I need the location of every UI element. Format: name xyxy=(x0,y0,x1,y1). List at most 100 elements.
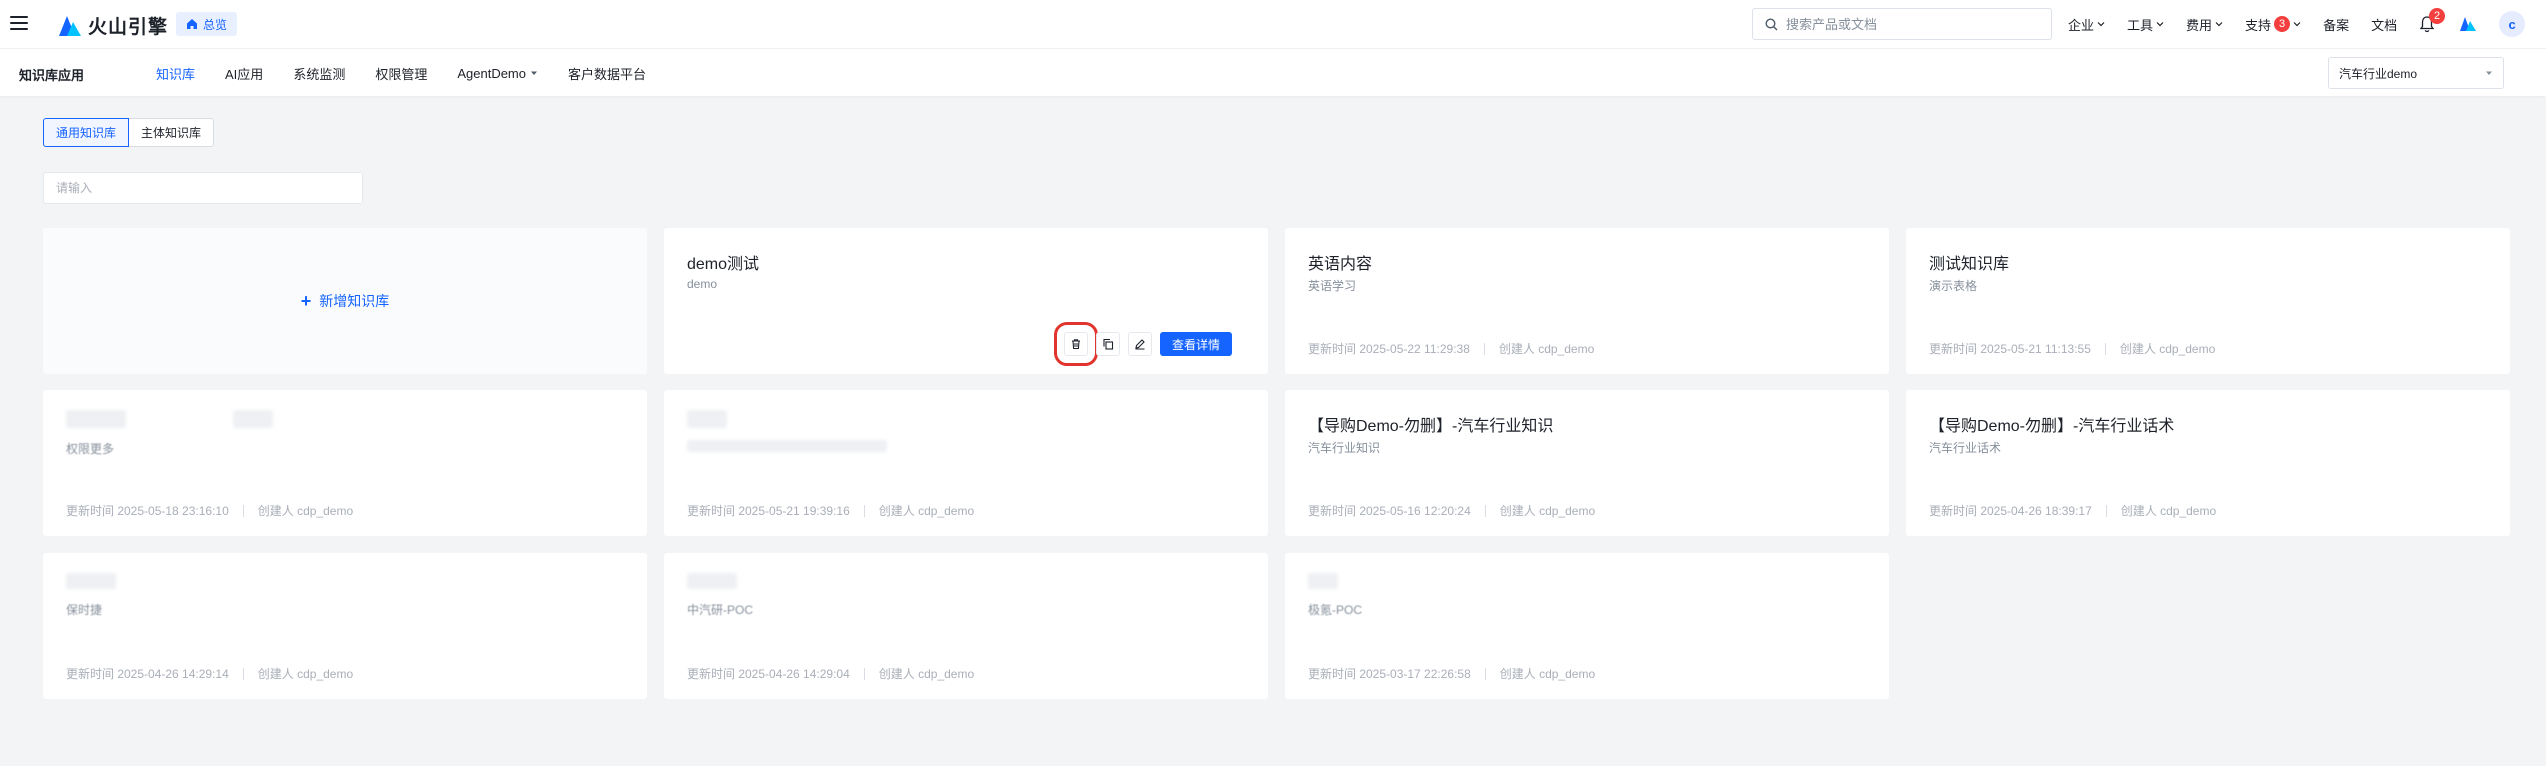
caret-down-icon xyxy=(2486,71,2492,75)
app-title: 知识库应用 xyxy=(19,68,85,83)
tab-knowledge-base[interactable]: 知识库 xyxy=(156,64,195,83)
copy-icon xyxy=(1103,338,1114,350)
kb-card-meta: 更新时间 2025-05-16 12:20:24 创建人 cdp_demo xyxy=(1308,502,1595,519)
tab-agentdemo[interactable]: AgentDemo xyxy=(457,66,538,81)
volcano-logo-icon xyxy=(59,15,81,36)
kb-card-meta: 更新时间 2025-05-22 11:29:38 创建人 cdp_demo xyxy=(1308,340,1594,357)
global-search[interactable] xyxy=(1752,8,2052,40)
overview-chip-label: 总览 xyxy=(203,17,228,32)
top-nav-billing[interactable]: 费用 xyxy=(2186,15,2223,34)
kb-card-name: 英语内容 xyxy=(1308,256,1373,273)
top-nav-billing-label: 费用 xyxy=(2186,17,2213,33)
kb-card-desc: 权限更多 xyxy=(66,442,115,456)
divider xyxy=(1484,667,1486,680)
top-nav: 企业 工具 费用 支持 3 备案 文档 2 c xyxy=(2068,0,2526,48)
view-details-button[interactable]: 查看详情 xyxy=(1160,332,1233,356)
global-search-input[interactable] xyxy=(1786,16,2036,32)
copy-button[interactable] xyxy=(1096,332,1120,356)
industry-select-value: 汽车行业demo xyxy=(2339,66,2418,81)
kb-card-updated: 更新时间 2025-05-21 19:39:16 xyxy=(687,504,850,518)
kb-card-desc: 汽车行业知识 xyxy=(1308,441,1381,455)
redacted-name xyxy=(1308,573,1338,589)
edit-button[interactable] xyxy=(1128,332,1152,356)
kb-card-updated: 更新时间 2025-05-16 12:20:24 xyxy=(1308,504,1471,518)
kb-card-meta: 更新时间 2025-05-21 19:39:16 创建人 cdp_demo xyxy=(687,502,974,519)
tab-subject-kb[interactable]: 主体知识库 xyxy=(129,118,215,147)
kb-card-updated: 更新时间 2025-05-22 11:29:38 xyxy=(1308,342,1470,356)
kb-card-desc: 演示表格 xyxy=(1929,279,1978,293)
kb-card[interactable]: 保时捷 更新时间 2025-04-26 14:29:14 创建人 cdp_demo xyxy=(43,553,647,699)
kb-card-desc: 汽车行业话术 xyxy=(1929,441,2002,455)
kb-card-name: 测试知识库 xyxy=(1929,256,2010,273)
divider xyxy=(1483,342,1485,355)
kb-card-updated: 更新时间 2025-05-21 11:13:55 xyxy=(1929,342,2091,356)
kb-card-meta: 更新时间 2025-04-26 18:39:17 创建人 cdp_demo xyxy=(1929,502,2216,519)
kb-filter[interactable] xyxy=(43,172,363,204)
redacted-name xyxy=(66,573,116,589)
kb-card-updated: 更新时间 2025-04-26 14:29:04 xyxy=(687,667,850,681)
redacted-name xyxy=(66,410,126,428)
kb-filter-input[interactable] xyxy=(56,181,346,195)
tab-system-monitoring[interactable]: 系统监测 xyxy=(293,64,345,83)
kb-card-updated: 更新时间 2025-04-26 18:39:17 xyxy=(1929,504,2092,518)
new-kb-card[interactable]: + 新增知识库 xyxy=(43,228,647,374)
top-nav-support-label: 支持 xyxy=(2245,17,2272,33)
redacted-name xyxy=(687,410,727,428)
search-icon xyxy=(1765,17,1778,30)
volcano-mini-icon[interactable] xyxy=(2459,16,2477,32)
home-icon xyxy=(187,19,197,29)
kb-card[interactable]: 极氪-POC 更新时间 2025-03-17 22:26:58 创建人 cdp_d… xyxy=(1285,553,1889,699)
top-nav-enterprise[interactable]: 企业 xyxy=(2068,15,2105,34)
kb-card-actions: 查看详情 xyxy=(1054,322,1233,366)
top-nav-filing[interactable]: 备案 xyxy=(2323,15,2349,34)
delete-button[interactable] xyxy=(1054,322,1098,366)
sub-nav: 知识库 AI应用 系统监测 权限管理 AgentDemo 客户数据平台 xyxy=(156,49,646,97)
kb-card[interactable]: 权限更多 更新时间 2025-05-18 23:16:10 创建人 cdp_dem… xyxy=(43,390,647,536)
kb-card[interactable]: 英语内容 英语学习 更新时间 2025-05-22 11:29:38 创建人 cd… xyxy=(1285,228,1889,374)
kb-card[interactable]: demo测试 demo 查看详情 xyxy=(664,228,1268,374)
top-header: 火山引擎 总览 企业 工具 费用 支持3 备案 文档 2 c xyxy=(0,0,2546,48)
overview-chip[interactable]: 总览 xyxy=(176,12,238,36)
kb-card-desc: 极氪-POC xyxy=(1308,603,1363,617)
tab-general-kb[interactable]: 通用知识库 xyxy=(43,118,130,147)
kb-card[interactable]: 【导购Demo-勿删】-汽车行业话术 汽车行业话术 更新时间 2025-04-2… xyxy=(1906,390,2510,536)
kb-card-meta: 更新时间 2025-03-17 22:26:58 创建人 cdp_demo xyxy=(1308,665,1595,682)
top-nav-docs[interactable]: 文档 xyxy=(2371,15,2397,34)
kb-card-updated: 更新时间 2025-05-18 23:16:10 xyxy=(66,504,229,518)
top-nav-enterprise-label: 企业 xyxy=(2068,17,2095,33)
chevron-down-icon xyxy=(2293,22,2301,27)
top-nav-filing-label: 备案 xyxy=(2323,17,2350,33)
redacted-desc xyxy=(687,440,887,452)
kb-card-meta: 更新时间 2025-04-26 14:29:04 创建人 cdp_demo xyxy=(687,665,974,682)
kb-card-creator: 创建人 cdp_demo xyxy=(878,504,975,518)
kb-card[interactable]: 更新时间 2025-05-21 19:39:16 创建人 cdp_demo xyxy=(664,390,1268,536)
top-nav-docs-label: 文档 xyxy=(2371,17,2398,33)
kb-type-tabs: 通用知识库 主体知识库 xyxy=(43,118,215,147)
divider xyxy=(863,667,865,680)
kb-card[interactable]: 【导购Demo-勿删】-汽车行业知识 汽车行业知识 更新时间 2025-05-1… xyxy=(1285,390,1889,536)
user-avatar[interactable]: c xyxy=(2499,11,2526,37)
edit-pencil-icon xyxy=(1135,339,1145,350)
kb-card-name: demo测试 xyxy=(687,256,760,273)
brand-logo[interactable]: 火山引擎 xyxy=(58,12,168,39)
tab-customer-data-platform[interactable]: 客户数据平台 xyxy=(568,64,646,83)
kb-card[interactable]: 中汽研-POC 更新时间 2025-04-26 14:29:04 创建人 cdp_… xyxy=(664,553,1268,699)
kb-card[interactable]: 测试知识库 演示表格 更新时间 2025-05-21 11:13:55 创建人 c… xyxy=(1906,228,2510,374)
notification-bell-icon[interactable]: 2 xyxy=(2419,8,2446,33)
redacted-name xyxy=(687,573,737,589)
kb-card-desc: demo xyxy=(687,277,718,291)
kb-card-name: 【导购Demo-勿删】-汽车行业话术 xyxy=(1929,418,2175,435)
top-nav-tools[interactable]: 工具 xyxy=(2127,15,2164,34)
top-nav-support[interactable]: 支持 3 xyxy=(2245,15,2301,34)
kb-card-desc: 保时捷 xyxy=(66,603,103,617)
notification-badge: 2 xyxy=(2429,8,2446,24)
support-badge: 3 xyxy=(2274,16,2291,32)
chevron-down-icon xyxy=(2156,22,2164,27)
tab-ai-apps[interactable]: AI应用 xyxy=(225,64,263,83)
kb-card-name: 【导购Demo-勿删】-汽车行业知识 xyxy=(1308,418,1554,435)
kb-card-creator: 创建人 cdp_demo xyxy=(1499,504,1596,518)
tab-permissions[interactable]: 权限管理 xyxy=(375,64,427,83)
hamburger-menu-icon[interactable] xyxy=(10,16,28,30)
industry-select[interactable]: 汽车行业demo xyxy=(2328,57,2504,89)
kb-card-desc: 中汽研-POC xyxy=(687,603,754,617)
